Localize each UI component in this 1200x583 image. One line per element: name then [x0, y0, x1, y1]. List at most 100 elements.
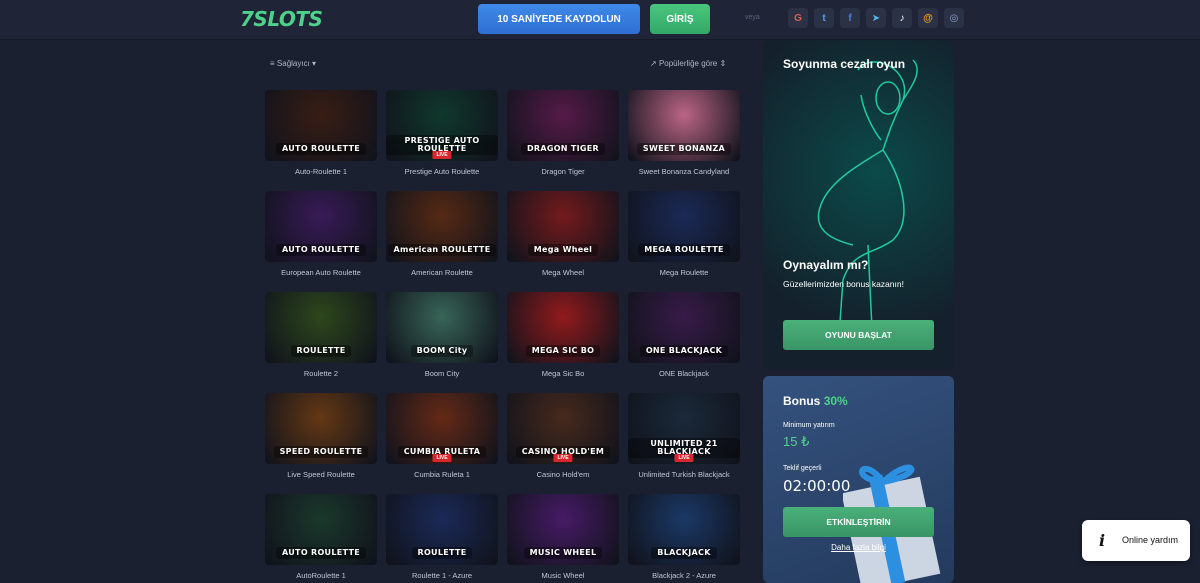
- game-title[interactable]: Auto-Roulette 1: [265, 167, 377, 176]
- or-separator: veya: [745, 14, 760, 21]
- start-game-button[interactable]: OYUNU BAŞLAT: [783, 320, 934, 350]
- game-logo-text: American ROULETTE: [387, 244, 497, 256]
- game-card[interactable]: Mega Wheel Mega Wheel: [507, 191, 619, 277]
- bonus-banner: Bonus 30% Minimum yatırım 15 ₺ Teklif ge…: [763, 376, 954, 583]
- game-title[interactable]: Prestige Auto Roulette: [386, 167, 498, 176]
- game-logo-text: ROULETTE: [290, 345, 352, 357]
- game-title[interactable]: Mega Roulette: [628, 268, 740, 277]
- game-card[interactable]: ONE BLACKJACK ONE Blackjack: [628, 292, 740, 378]
- game-title[interactable]: American Roulette: [386, 268, 498, 277]
- game-card[interactable]: UNLIMITED 21 BLACKJACK LIVE Unlimited Turk…: [628, 393, 740, 479]
- online-help-widget[interactable]: i Online yardım: [1082, 520, 1190, 561]
- game-card[interactable]: CASINO HOLD'EM LIVE Casino Hold'em: [507, 393, 619, 479]
- game-thumbnail[interactable]: Mega Wheel: [507, 191, 619, 262]
- game-logo-text: Mega Wheel: [527, 244, 599, 256]
- game-title[interactable]: Mega Sic Bo: [507, 369, 619, 378]
- game-thumbnail[interactable]: MEGA ROULETTE: [628, 191, 740, 262]
- mailru-icon[interactable]: @: [918, 8, 938, 28]
- game-thumbnail[interactable]: CUMBIA RULETA LIVE: [386, 393, 498, 464]
- min-deposit-label: Minimum yatırım: [783, 422, 835, 429]
- game-card[interactable]: DRAGON TIGER Dragon Tiger: [507, 90, 619, 176]
- game-logo-text: AUTO ROULETTE: [276, 143, 366, 155]
- promo-title: Soyunma cezalı oyun: [783, 57, 906, 71]
- game-title[interactable]: Mega Wheel: [507, 268, 619, 277]
- sort-arrows-icon: ⇕: [719, 59, 727, 68]
- game-thumbnail[interactable]: BOOM City: [386, 292, 498, 363]
- game-logo-text: ROULETTE: [411, 547, 473, 559]
- game-card[interactable]: AUTO ROULETTE AutoRoulette 1: [265, 494, 377, 580]
- game-title[interactable]: Roulette 1 - Azure: [386, 571, 498, 580]
- sort-label: Popülerliğe göre: [658, 59, 718, 68]
- more-info-link[interactable]: Daha fazla bilgi: [763, 543, 954, 552]
- game-title[interactable]: Unlimited Turkish Blackjack: [628, 470, 740, 479]
- game-title[interactable]: Blackjack 2 - Azure: [628, 571, 740, 580]
- game-title[interactable]: AutoRoulette 1: [265, 571, 377, 580]
- game-title[interactable]: Cumbia Ruleta 1: [386, 470, 498, 479]
- game-thumbnail[interactable]: AUTO ROULETTE: [265, 191, 377, 262]
- bonus-title-label: Bonus: [783, 394, 821, 408]
- bonus-percent: 30%: [823, 394, 848, 408]
- game-thumbnail[interactable]: BLACKJACK: [628, 494, 740, 565]
- game-title[interactable]: ONE Blackjack: [628, 369, 740, 378]
- filter-icon: ≡: [270, 59, 275, 68]
- game-thumbnail[interactable]: MUSIC WHEEL: [507, 494, 619, 565]
- steam-icon[interactable]: ◎: [944, 8, 964, 28]
- game-title[interactable]: Roulette 2: [265, 369, 377, 378]
- sort-dropdown[interactable]: ↗ Popülerliğe göre ⇕: [650, 59, 726, 68]
- game-thumbnail[interactable]: AUTO ROULETTE: [265, 90, 377, 161]
- game-thumbnail[interactable]: SWEET BONANZA: [628, 90, 740, 161]
- game-card[interactable]: AUTO ROULETTE European Auto Roulette: [265, 191, 377, 277]
- game-thumbnail[interactable]: MEGA SIC BO: [507, 292, 619, 363]
- login-button[interactable]: GİRİŞ: [650, 4, 710, 34]
- game-thumbnail[interactable]: ROULETTE: [386, 494, 498, 565]
- live-badge: LIVE: [432, 454, 452, 462]
- game-title[interactable]: Live Speed Roulette: [265, 470, 377, 479]
- game-card[interactable]: MEGA SIC BO Mega Sic Bo: [507, 292, 619, 378]
- game-thumbnail[interactable]: CASINO HOLD'EM LIVE: [507, 393, 619, 464]
- game-title[interactable]: Casino Hold'em: [507, 470, 619, 479]
- game-logo-text: ONE BLACKJACK: [639, 345, 729, 357]
- game-title[interactable]: European Auto Roulette: [265, 268, 377, 277]
- game-title[interactable]: Sweet Bonanza Candyland: [628, 167, 740, 176]
- game-card[interactable]: SPEED ROULETTE Live Speed Roulette: [265, 393, 377, 479]
- live-badge: LIVE: [553, 454, 573, 462]
- game-thumbnail[interactable]: AUTO ROULETTE: [265, 494, 377, 565]
- game-title[interactable]: Dragon Tiger: [507, 167, 619, 176]
- site-logo[interactable]: 7SLOTS: [240, 7, 323, 31]
- game-card[interactable]: SWEET BONANZA Sweet Bonanza Candyland: [628, 90, 740, 176]
- game-thumbnail[interactable]: ROULETTE: [265, 292, 377, 363]
- facebook-icon[interactable]: f: [840, 8, 860, 28]
- game-card[interactable]: PRESTIGE AUTO ROULETTE LIVE Prestige Auto …: [386, 90, 498, 176]
- game-thumbnail[interactable]: ONE BLACKJACK: [628, 292, 740, 363]
- provider-filter[interactable]: ≡ Sağlayıcı ▾: [270, 59, 316, 68]
- chevron-down-icon: ▾: [312, 59, 317, 68]
- game-thumbnail[interactable]: SPEED ROULETTE: [265, 393, 377, 464]
- header: 7SLOTS 10 SANİYEDE KAYDOLUN GİRİŞ veya G…: [0, 0, 1200, 40]
- activate-bonus-button[interactable]: ETKİNLEŞTİRİN: [783, 507, 934, 537]
- game-card[interactable]: ROULETTE Roulette 2: [265, 292, 377, 378]
- google-icon[interactable]: G: [788, 8, 808, 28]
- game-card[interactable]: American ROULETTE American Roulette: [386, 191, 498, 277]
- game-card[interactable]: AUTO ROULETTE Auto-Roulette 1: [265, 90, 377, 176]
- twitter-icon[interactable]: t: [814, 8, 834, 28]
- game-card[interactable]: BOOM City Boom City: [386, 292, 498, 378]
- game-card[interactable]: MUSIC WHEEL Music Wheel: [507, 494, 619, 580]
- game-card[interactable]: ROULETTE Roulette 1 - Azure: [386, 494, 498, 580]
- game-thumbnail[interactable]: American ROULETTE: [386, 191, 498, 262]
- tiktok-icon[interactable]: ♪: [892, 8, 912, 28]
- register-button[interactable]: 10 SANİYEDE KAYDOLUN: [478, 4, 640, 34]
- game-title[interactable]: Boom City: [386, 369, 498, 378]
- game-logo-text: AUTO ROULETTE: [276, 244, 366, 256]
- game-thumbnail[interactable]: UNLIMITED 21 BLACKJACK LIVE: [628, 393, 740, 464]
- game-card[interactable]: BLACKJACK Blackjack 2 - Azure: [628, 494, 740, 580]
- game-card[interactable]: CUMBIA RULETA LIVE Cumbia Ruleta 1: [386, 393, 498, 479]
- game-title[interactable]: Music Wheel: [507, 571, 619, 580]
- game-logo-text: BOOM City: [410, 345, 474, 357]
- telegram-icon[interactable]: ➤: [866, 8, 886, 28]
- game-thumbnail[interactable]: DRAGON TIGER: [507, 90, 619, 161]
- provider-filter-label: Sağlayıcı: [276, 59, 310, 68]
- game-card[interactable]: MEGA ROULETTE Mega Roulette: [628, 191, 740, 277]
- strip-game-banner[interactable]: Soyunma cezalı oyun Oynayalım mı? Güzell…: [763, 40, 954, 370]
- game-logo-text: DRAGON TIGER: [520, 143, 606, 155]
- game-thumbnail[interactable]: PRESTIGE AUTO ROULETTE LIVE: [386, 90, 498, 161]
